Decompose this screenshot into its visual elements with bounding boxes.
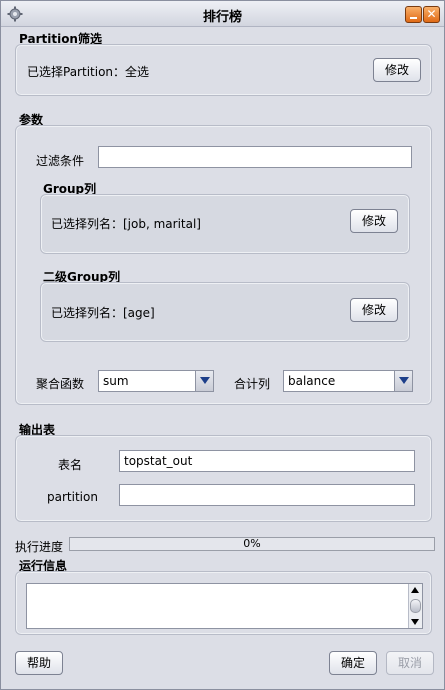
secondary-group-col-selected-text: 已选择列名：[age] xyxy=(51,306,155,320)
sum-col-value: balance xyxy=(288,374,336,388)
agg-func-select[interactable]: sum xyxy=(98,370,214,392)
sum-col-select[interactable]: balance xyxy=(283,370,413,392)
filter-label: 过滤条件 xyxy=(36,154,85,168)
partition-selected-text: 已选择Partition：全选 xyxy=(27,65,150,79)
progress-text: 0% xyxy=(243,537,261,550)
params-group: 过滤条件 Group列 已选择列名：[job, marital] 修改 二级Gr… xyxy=(15,125,432,405)
progress-label: 执行进度 xyxy=(15,540,64,554)
secondary-group-col-modify-button[interactable]: 修改 xyxy=(350,298,398,322)
help-button[interactable]: 帮助 xyxy=(15,651,63,675)
run-info-scrollbar[interactable] xyxy=(408,584,422,628)
partition-output-label: partition xyxy=(47,490,98,504)
scroll-down-icon[interactable] xyxy=(411,619,419,625)
partition-group: 已选择Partition：全选 修改 xyxy=(15,44,432,96)
close-icon: ✕ xyxy=(426,7,437,21)
ok-button[interactable]: 确定 xyxy=(329,651,377,675)
title-bar[interactable]: 排行榜 ✕ xyxy=(1,1,444,27)
table-name-input[interactable] xyxy=(119,450,415,472)
group-col-selected-text: 已选择列名：[job, marital] xyxy=(51,217,201,231)
ranking-dialog: 排行榜 ✕ Partition筛选 已选择Partition：全选 修改 参数 … xyxy=(0,0,445,690)
group-col-modify-button[interactable]: 修改 xyxy=(350,209,398,233)
scroll-up-icon[interactable] xyxy=(411,587,419,593)
cancel-button[interactable]: 取消 xyxy=(386,651,434,675)
minimize-button[interactable] xyxy=(405,6,422,23)
agg-func-label: 聚合函数 xyxy=(36,377,85,391)
table-name-label: 表名 xyxy=(58,458,83,472)
progress-bar: 0% xyxy=(69,537,435,551)
filter-input[interactable] xyxy=(98,146,412,168)
chevron-down-icon[interactable] xyxy=(394,371,412,391)
group-col-box: 已选择列名：[job, marital] 修改 xyxy=(40,194,410,254)
output-group: 表名 partition xyxy=(15,435,432,522)
partition-output-input[interactable] xyxy=(119,484,415,506)
agg-func-value: sum xyxy=(103,374,129,388)
partition-modify-button[interactable]: 修改 xyxy=(373,58,421,82)
scroll-thumb[interactable] xyxy=(410,599,421,613)
run-info-content xyxy=(27,584,422,588)
sum-col-label: 合计列 xyxy=(234,377,271,391)
chevron-down-icon[interactable] xyxy=(195,371,213,391)
secondary-group-col-box: 已选择列名：[age] 修改 xyxy=(40,282,410,342)
window-title: 排行榜 xyxy=(202,10,242,25)
close-button[interactable]: ✕ xyxy=(423,6,440,23)
run-info-textarea[interactable] xyxy=(26,583,423,629)
